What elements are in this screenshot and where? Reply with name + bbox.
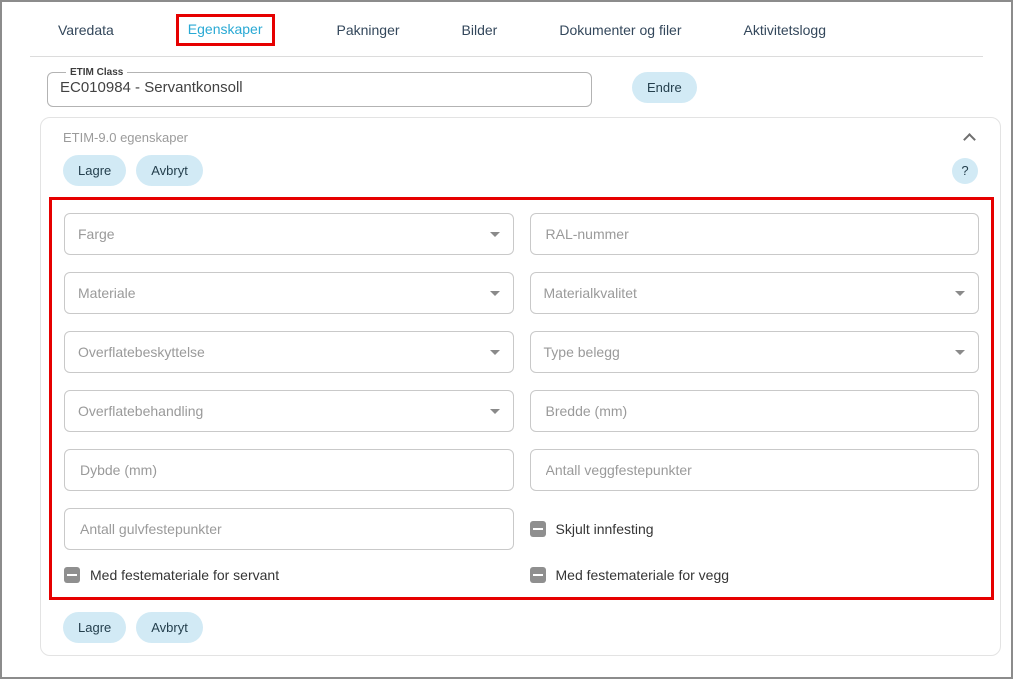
tab-bar: Varedata Egenskaper Pakninger Bilder Dok… <box>30 2 983 57</box>
overflatebeskyttelse-dropdown[interactable]: Overflatebeskyttelse <box>64 331 514 373</box>
overflatebehandling-placeholder: Overflatebehandling <box>78 403 490 419</box>
ral-nummer-field <box>530 213 980 255</box>
help-button[interactable]: ? <box>952 158 978 184</box>
materialkvalitet-placeholder: Materialkvalitet <box>544 285 956 301</box>
tab-dokumenter-og-filer[interactable]: Dokumenter og filer <box>559 22 681 38</box>
save-button-top[interactable]: Lagre <box>63 155 126 186</box>
tab-egenskaper[interactable]: Egenskaper <box>188 21 263 37</box>
bredde-field <box>530 390 980 432</box>
materialkvalitet-dropdown[interactable]: Materialkvalitet <box>530 272 980 314</box>
app-window: Varedata Egenskaper Pakninger Bilder Dok… <box>0 0 1013 679</box>
bottom-actions-row: Lagre Avbryt <box>63 612 978 643</box>
card-header: ETIM-9.0 egenskaper <box>63 130 978 145</box>
med-festemateriale-for-vegg-checkbox[interactable]: Med festemateriale for vegg <box>530 567 980 583</box>
antall-gulvfestepunkter-field <box>64 508 514 550</box>
indeterminate-checkbox-icon <box>64 567 80 583</box>
cancel-button-bottom[interactable]: Avbryt <box>136 612 203 643</box>
dropdown-caret-icon <box>490 232 500 237</box>
dropdown-caret-icon <box>490 350 500 355</box>
skjult-innfesting-label: Skjult innfesting <box>556 521 654 537</box>
ral-nummer-input[interactable] <box>544 225 966 243</box>
dropdown-caret-icon <box>955 291 965 296</box>
farge-placeholder: Farge <box>78 226 490 242</box>
change-etim-class-button[interactable]: Endre <box>632 72 697 103</box>
type-belegg-placeholder: Type belegg <box>544 344 956 360</box>
skjult-innfesting-checkbox[interactable]: Skjult innfesting <box>530 521 980 537</box>
cancel-button-top[interactable]: Avbryt <box>136 155 203 186</box>
annotation-box-active-tab: Egenskaper <box>176 14 275 46</box>
etim-properties-card: ETIM-9.0 egenskaper Lagre Avbryt ? Farge… <box>40 117 1001 656</box>
etim-class-field: ETIM Class <box>47 67 592 107</box>
section-title: ETIM-9.0 egenskaper <box>63 130 188 145</box>
materiale-dropdown[interactable]: Materiale <box>64 272 514 314</box>
etim-class-row: ETIM Class Endre <box>47 67 1011 107</box>
med-festemateriale-for-servant-label: Med festemateriale for servant <box>90 567 279 583</box>
dropdown-caret-icon <box>490 409 500 414</box>
properties-form-grid: Farge Materiale Materialkvalitet Overfla… <box>64 213 979 583</box>
bredde-input[interactable] <box>544 402 966 420</box>
tab-varedata[interactable]: Varedata <box>58 22 114 38</box>
etim-class-input[interactable] <box>60 79 579 96</box>
antall-veggfestepunkter-field <box>530 449 980 491</box>
med-festemateriale-for-servant-checkbox[interactable]: Med festemateriale for servant <box>64 567 514 583</box>
dropdown-caret-icon <box>490 291 500 296</box>
indeterminate-checkbox-icon <box>530 521 546 537</box>
indeterminate-checkbox-icon <box>530 567 546 583</box>
antall-veggfestepunkter-input[interactable] <box>544 461 966 479</box>
dybde-input[interactable] <box>78 461 500 479</box>
dropdown-caret-icon <box>955 350 965 355</box>
med-festemateriale-for-vegg-label: Med festemateriale for vegg <box>556 567 730 583</box>
collapse-chevron-up-icon[interactable] <box>963 133 976 146</box>
top-actions-row: Lagre Avbryt ? <box>63 155 978 186</box>
annotation-box-form: Farge Materiale Materialkvalitet Overfla… <box>49 197 994 600</box>
materiale-placeholder: Materiale <box>78 285 490 301</box>
overflatebeskyttelse-placeholder: Overflatebeskyttelse <box>78 344 490 360</box>
save-button-bottom[interactable]: Lagre <box>63 612 126 643</box>
dybde-field <box>64 449 514 491</box>
etim-class-label: ETIM Class <box>66 67 127 78</box>
overflatebehandling-dropdown[interactable]: Overflatebehandling <box>64 390 514 432</box>
type-belegg-dropdown[interactable]: Type belegg <box>530 331 980 373</box>
antall-gulvfestepunkter-input[interactable] <box>78 520 500 538</box>
tab-pakninger[interactable]: Pakninger <box>337 22 400 38</box>
farge-dropdown[interactable]: Farge <box>64 213 514 255</box>
tab-aktivitetslogg[interactable]: Aktivitetslogg <box>744 22 826 38</box>
tab-bilder[interactable]: Bilder <box>462 22 498 38</box>
